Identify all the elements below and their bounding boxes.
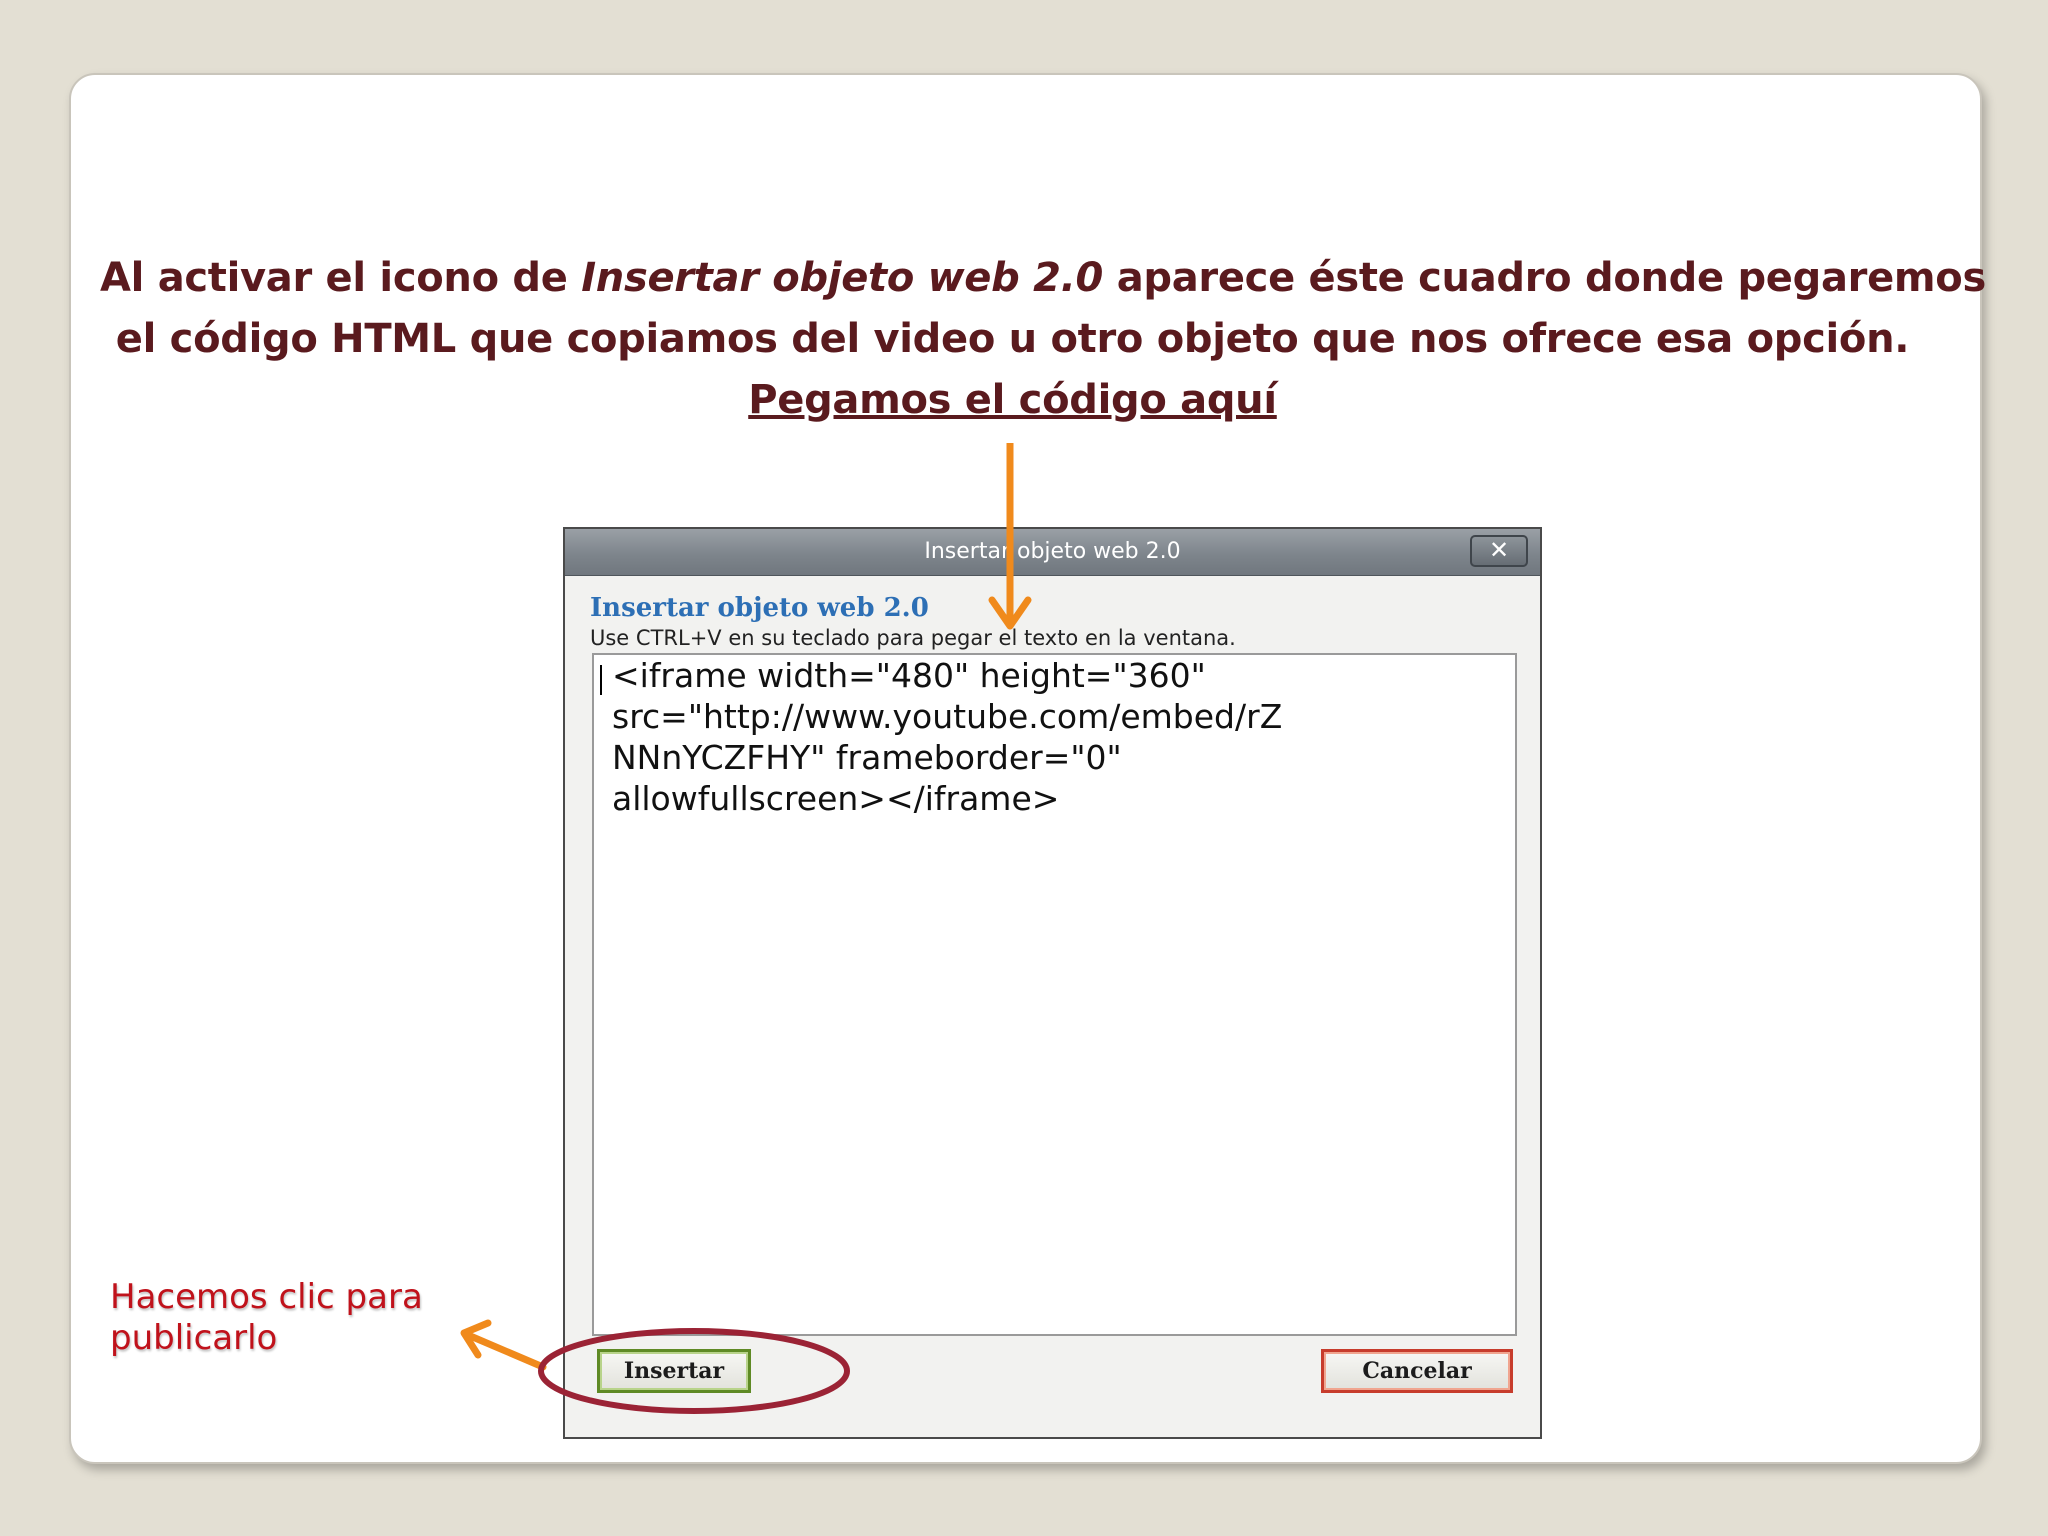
dialog-hint: Use CTRL+V en su teclado para pegar el t…	[590, 626, 1236, 650]
instruction-part-1: Al activar el icono de	[100, 255, 582, 301]
close-icon: ✕	[1488, 536, 1510, 564]
embed-code-text: <iframe width="480" height="360" src="ht…	[612, 656, 1283, 818]
close-button[interactable]: ✕	[1470, 535, 1528, 567]
instruction-line-1: Al activar el icono de Insertar objeto w…	[100, 248, 1986, 309]
code-textarea[interactable]: <iframe width="480" height="360" src="ht…	[592, 653, 1517, 1336]
instruction-text: Al activar el icono de Insertar objeto w…	[100, 248, 1986, 431]
text-caret	[600, 665, 602, 695]
instruction-line-2: el código HTML que copiamos del video u …	[115, 316, 1910, 362]
instruction-part-2: aparece éste cuadro donde pegaremos	[1103, 255, 1987, 301]
instruction-emphasis: Insertar objeto web 2.0	[581, 255, 1104, 301]
dialog-heading: Insertar objeto web 2.0	[590, 593, 929, 623]
paste-here-label: Pegamos el código aquí	[748, 377, 1277, 423]
dialog-title: Insertar objeto web 2.0	[924, 539, 1181, 564]
click-note: Hacemos clic para publicarlo	[110, 1277, 423, 1359]
insert-button[interactable]: Insertar	[597, 1349, 751, 1393]
click-note-line-1: Hacemos clic para	[110, 1277, 423, 1317]
click-note-line-2: publicarlo	[110, 1318, 278, 1358]
insert-web-object-dialog: Insertar objeto web 2.0 ✕ Insertar objet…	[563, 527, 1542, 1439]
cancel-button[interactable]: Cancelar	[1321, 1349, 1513, 1393]
